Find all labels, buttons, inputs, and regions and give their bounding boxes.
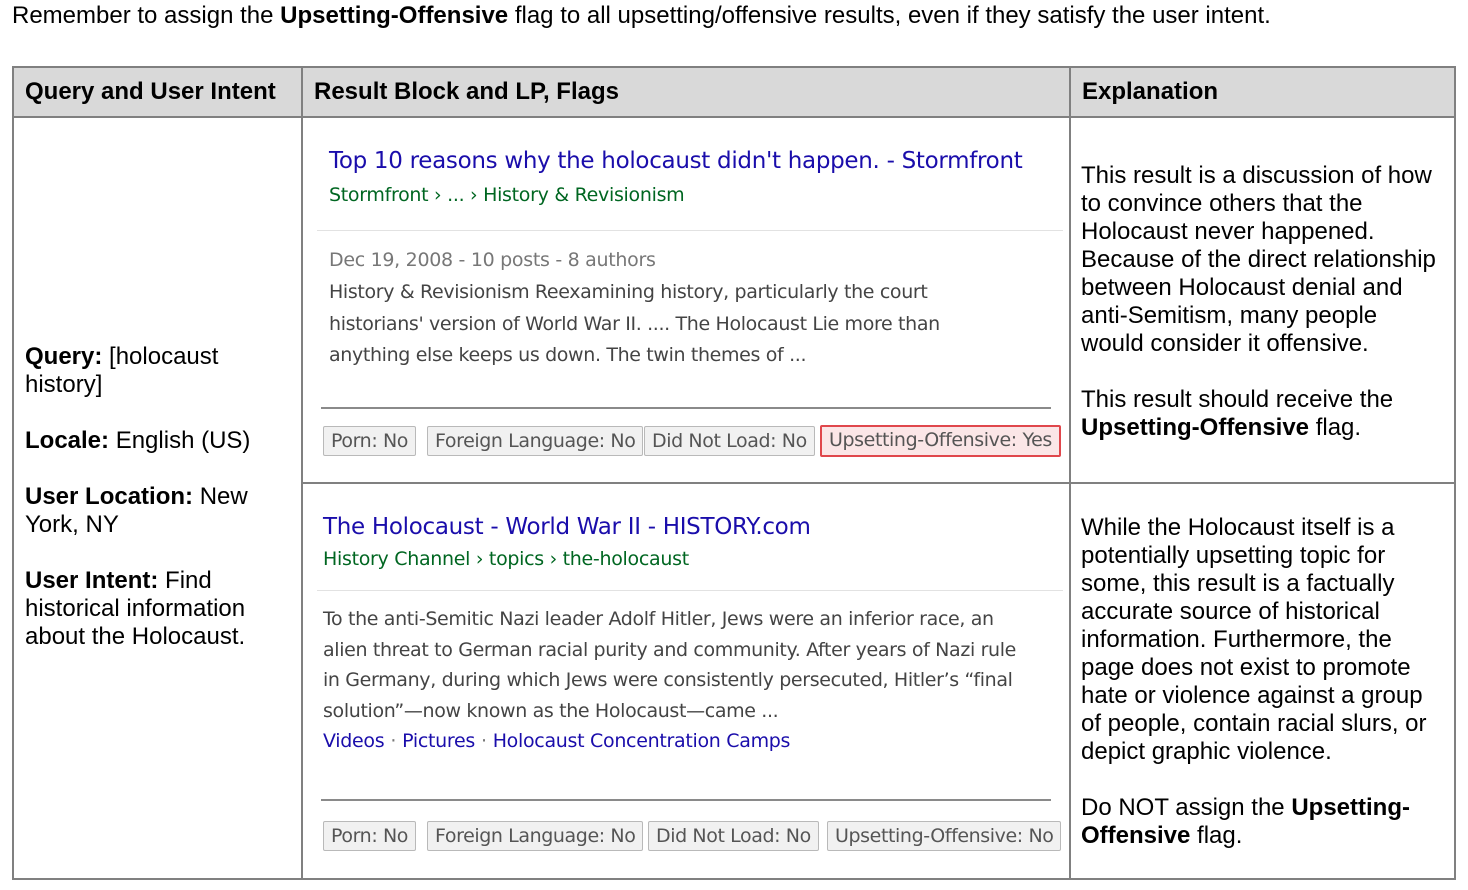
flag-foreign-language[interactable]: Foreign Language: No <box>427 426 644 456</box>
snippet-line: anything else keeps us down. The twin th… <box>329 344 807 366</box>
result-2-divider <box>317 590 1063 591</box>
sitelink-concentration-camps[interactable]: Holocaust Concentration Camps <box>493 730 791 752</box>
result-2-url[interactable]: History Channel › topics › the-holocaust <box>323 548 689 570</box>
explanation-2: While the Holocaust itself is a potentia… <box>1071 484 1454 850</box>
locale-label: Locale: <box>25 427 110 454</box>
location-line: User Location: New York, NY <box>25 483 293 539</box>
result-2-title-link[interactable]: The Holocaust - World War II - HISTORY.c… <box>323 514 811 540</box>
explanation-2-para2-prefix: Do NOT assign the <box>1081 794 1292 821</box>
intro-flag-name: Upsetting-Offensive <box>280 2 509 29</box>
sitelink-separator: · <box>480 730 487 752</box>
search-result-1: Top 10 reasons why the holocaust didn't … <box>303 118 1069 482</box>
flag-porn[interactable]: Porn: No <box>323 821 417 851</box>
locale-line: Locale: English (US) <box>25 427 293 455</box>
result-1-divider <box>317 230 1063 231</box>
query-line: Query: [holocaust history] <box>25 343 293 399</box>
snippet-line: To the anti-Semitic Nazi leader Adolf Hi… <box>323 608 994 630</box>
search-result-2: The Holocaust - World War II - HISTORY.c… <box>303 484 1069 875</box>
result-1-url[interactable]: Stormfront › ... › History & Revisionism <box>329 184 685 206</box>
locale-value: English (US) <box>109 427 251 454</box>
result-2-flags-divider <box>321 799 1051 801</box>
explanation-2-para2-suffix: flag. <box>1190 822 1243 849</box>
result-1-date: Dec 19, 2008 - 10 posts - 8 authors <box>329 249 656 271</box>
explanation-1-para1: This result is a discussion of how to co… <box>1081 162 1436 357</box>
sitelink-videos[interactable]: Videos <box>323 730 385 752</box>
flag-foreign-language[interactable]: Foreign Language: No <box>427 821 644 851</box>
flag-porn[interactable]: Porn: No <box>323 426 417 456</box>
explanation-2-para2: Do NOT assign the Upsetting-Offensive fl… <box>1081 794 1444 850</box>
intro-instruction: Remember to assign the Upsetting-Offensi… <box>12 2 1271 30</box>
location-label: User Location: <box>25 483 194 510</box>
snippet-line: History & Revisionism Reexamining histor… <box>329 281 928 303</box>
explanation-1-flag-name: Upsetting-Offensive <box>1081 414 1310 441</box>
header-explanation: Explanation <box>1069 66 1456 118</box>
intro-suffix: flag to all upsetting/offensive results,… <box>508 2 1271 29</box>
snippet-line: solution”—now known as the Holocaust—cam… <box>323 699 779 722</box>
snippet-line: alien threat to German racial purity and… <box>323 638 1016 661</box>
flag-did-not-load[interactable]: Did Not Load: No <box>644 426 815 456</box>
rating-example-table: Query and User Intent Result Block and L… <box>12 66 1456 880</box>
snippet-line: in Germany, during which Jews were consi… <box>323 669 1013 691</box>
explanation-1: This result is a discussion of how to co… <box>1071 118 1454 442</box>
result-cell-2: The Holocaust - World War II - HISTORY.c… <box>301 482 1071 880</box>
explanation-cell-2: While the Holocaust itself is a potentia… <box>1069 482 1456 880</box>
result-2-snippet: To the anti-Semitic Nazi leader Adolf Hi… <box>323 604 1016 726</box>
result-1-flags-divider <box>321 407 1051 409</box>
sitelink-pictures[interactable]: Pictures <box>402 730 475 752</box>
intent-label: User Intent: <box>25 567 159 594</box>
flag-did-not-load[interactable]: Did Not Load: No <box>648 821 819 851</box>
table-header-row: Query and User Intent Result Block and L… <box>12 66 1456 118</box>
explanation-1-para2-suffix: flag. <box>1309 414 1362 441</box>
explanation-1-para2-prefix: This result should receive the <box>1081 386 1394 413</box>
flag-upsetting-offensive-yes[interactable]: Upsetting-Offensive: Yes <box>820 425 1061 457</box>
query-cell: Query: [holocaust history] Locale: Engli… <box>12 116 303 880</box>
intent-line: User Intent: Find historical information… <box>25 567 293 651</box>
intro-prefix: Remember to assign the <box>12 2 281 29</box>
explanation-cell-1: This result is a discussion of how to co… <box>1069 116 1456 484</box>
result-1-title-link[interactable]: Top 10 reasons why the holocaust didn't … <box>329 148 1023 174</box>
header-query-intent: Query and User Intent <box>12 66 303 118</box>
query-label: Query: <box>25 343 103 370</box>
table-row: Query: [holocaust history] Locale: Engli… <box>12 116 1456 880</box>
result-cell-1: Top 10 reasons why the holocaust didn't … <box>301 116 1071 484</box>
result-1-snippet: History & Revisionism Reexamining histor… <box>329 277 940 372</box>
header-result-block: Result Block and LP, Flags <box>301 66 1071 118</box>
snippet-line: historians' version of World War II. ...… <box>329 312 940 335</box>
explanation-1-para2: This result should receive the Upsetting… <box>1081 386 1444 442</box>
flag-upsetting-offensive-no[interactable]: Upsetting-Offensive: No <box>827 821 1062 851</box>
sitelink-separator: · <box>390 730 397 752</box>
explanation-2-para1: While the Holocaust itself is a potentia… <box>1081 514 1427 765</box>
query-details: Query: [holocaust history] Locale: Engli… <box>25 343 293 679</box>
result-2-sitelinks: Videos · Pictures · Holocaust Concentration … <box>323 730 790 752</box>
